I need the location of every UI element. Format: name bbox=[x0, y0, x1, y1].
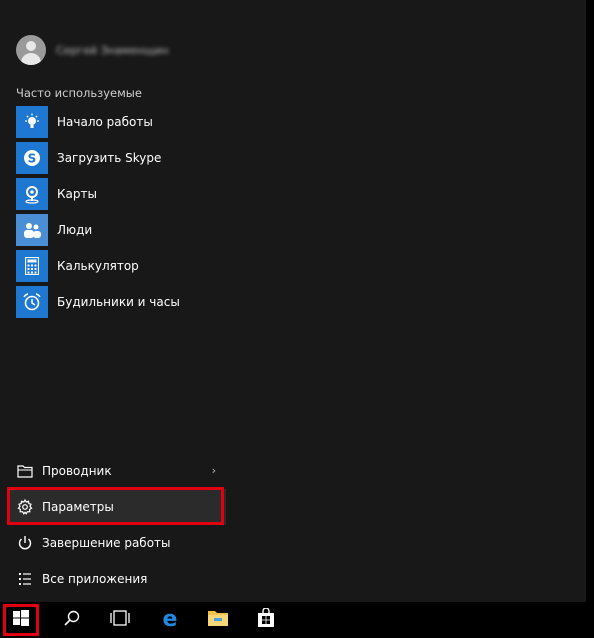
store-icon bbox=[256, 607, 276, 632]
app-label: Карты bbox=[57, 187, 97, 201]
start-menu: Сергей Знаменщин Часто используемые Нача… bbox=[0, 0, 586, 602]
app-alarms[interactable]: Будильники и часы bbox=[16, 286, 216, 318]
task-view-button[interactable] bbox=[96, 602, 144, 638]
avatar bbox=[16, 35, 46, 65]
svg-text:e: e bbox=[163, 607, 178, 629]
list-icon bbox=[16, 570, 34, 588]
app-label: Калькулятор bbox=[57, 259, 139, 273]
user-account[interactable]: Сергей Знаменщин bbox=[16, 34, 169, 66]
app-label: Загрузить Skype bbox=[57, 151, 162, 165]
power-icon bbox=[16, 534, 34, 552]
settings-item[interactable]: Параметры bbox=[8, 489, 226, 525]
all-apps-label: Все приложения bbox=[42, 572, 148, 586]
edge-button[interactable]: e bbox=[146, 602, 194, 638]
most-used-heading: Часто используемые bbox=[16, 86, 142, 100]
start-bottom-list: Проводник › Параметры Завершение работы … bbox=[8, 453, 226, 597]
app-skype[interactable]: S Загрузить Skype bbox=[16, 142, 216, 174]
edge-icon: e bbox=[159, 607, 181, 633]
all-apps-item[interactable]: Все приложения bbox=[8, 561, 226, 597]
app-people[interactable]: Люди bbox=[16, 214, 216, 246]
lightbulb-icon bbox=[16, 106, 48, 138]
svg-text:S: S bbox=[28, 152, 37, 166]
app-label: Будильники и часы bbox=[57, 295, 180, 309]
task-view-icon bbox=[109, 610, 131, 630]
settings-label: Параметры bbox=[42, 500, 114, 514]
app-label: Начало работы bbox=[57, 115, 153, 129]
most-used-list: Начало работы S Загрузить Skype Карты Лю… bbox=[16, 106, 216, 322]
shutdown-label: Завершение работы bbox=[42, 536, 171, 550]
app-get-started[interactable]: Начало работы bbox=[16, 106, 216, 138]
skype-icon: S bbox=[16, 142, 48, 174]
screen-edge bbox=[586, 0, 594, 638]
store-button[interactable] bbox=[242, 602, 290, 638]
file-explorer-icon bbox=[207, 609, 229, 631]
app-calculator[interactable]: Калькулятор bbox=[16, 250, 216, 282]
map-pin-icon bbox=[16, 178, 48, 210]
start-highlight-frame bbox=[3, 604, 39, 636]
shutdown-item[interactable]: Завершение работы bbox=[8, 525, 226, 561]
search-button[interactable] bbox=[48, 602, 96, 638]
chevron-right-icon[interactable]: › bbox=[212, 464, 216, 477]
file-explorer-button[interactable] bbox=[194, 602, 242, 638]
alarm-clock-icon bbox=[16, 286, 48, 318]
people-icon bbox=[16, 214, 48, 246]
explorer-label: Проводник bbox=[42, 464, 112, 478]
app-label: Люди bbox=[57, 223, 93, 237]
explorer-item[interactable]: Проводник › bbox=[8, 453, 226, 489]
user-name: Сергей Знаменщин bbox=[56, 43, 169, 57]
taskbar: e bbox=[0, 602, 594, 638]
folder-icon bbox=[16, 462, 34, 480]
search-icon bbox=[63, 609, 81, 631]
gear-icon bbox=[16, 498, 34, 516]
app-maps[interactable]: Карты bbox=[16, 178, 216, 210]
calculator-icon bbox=[16, 250, 48, 282]
